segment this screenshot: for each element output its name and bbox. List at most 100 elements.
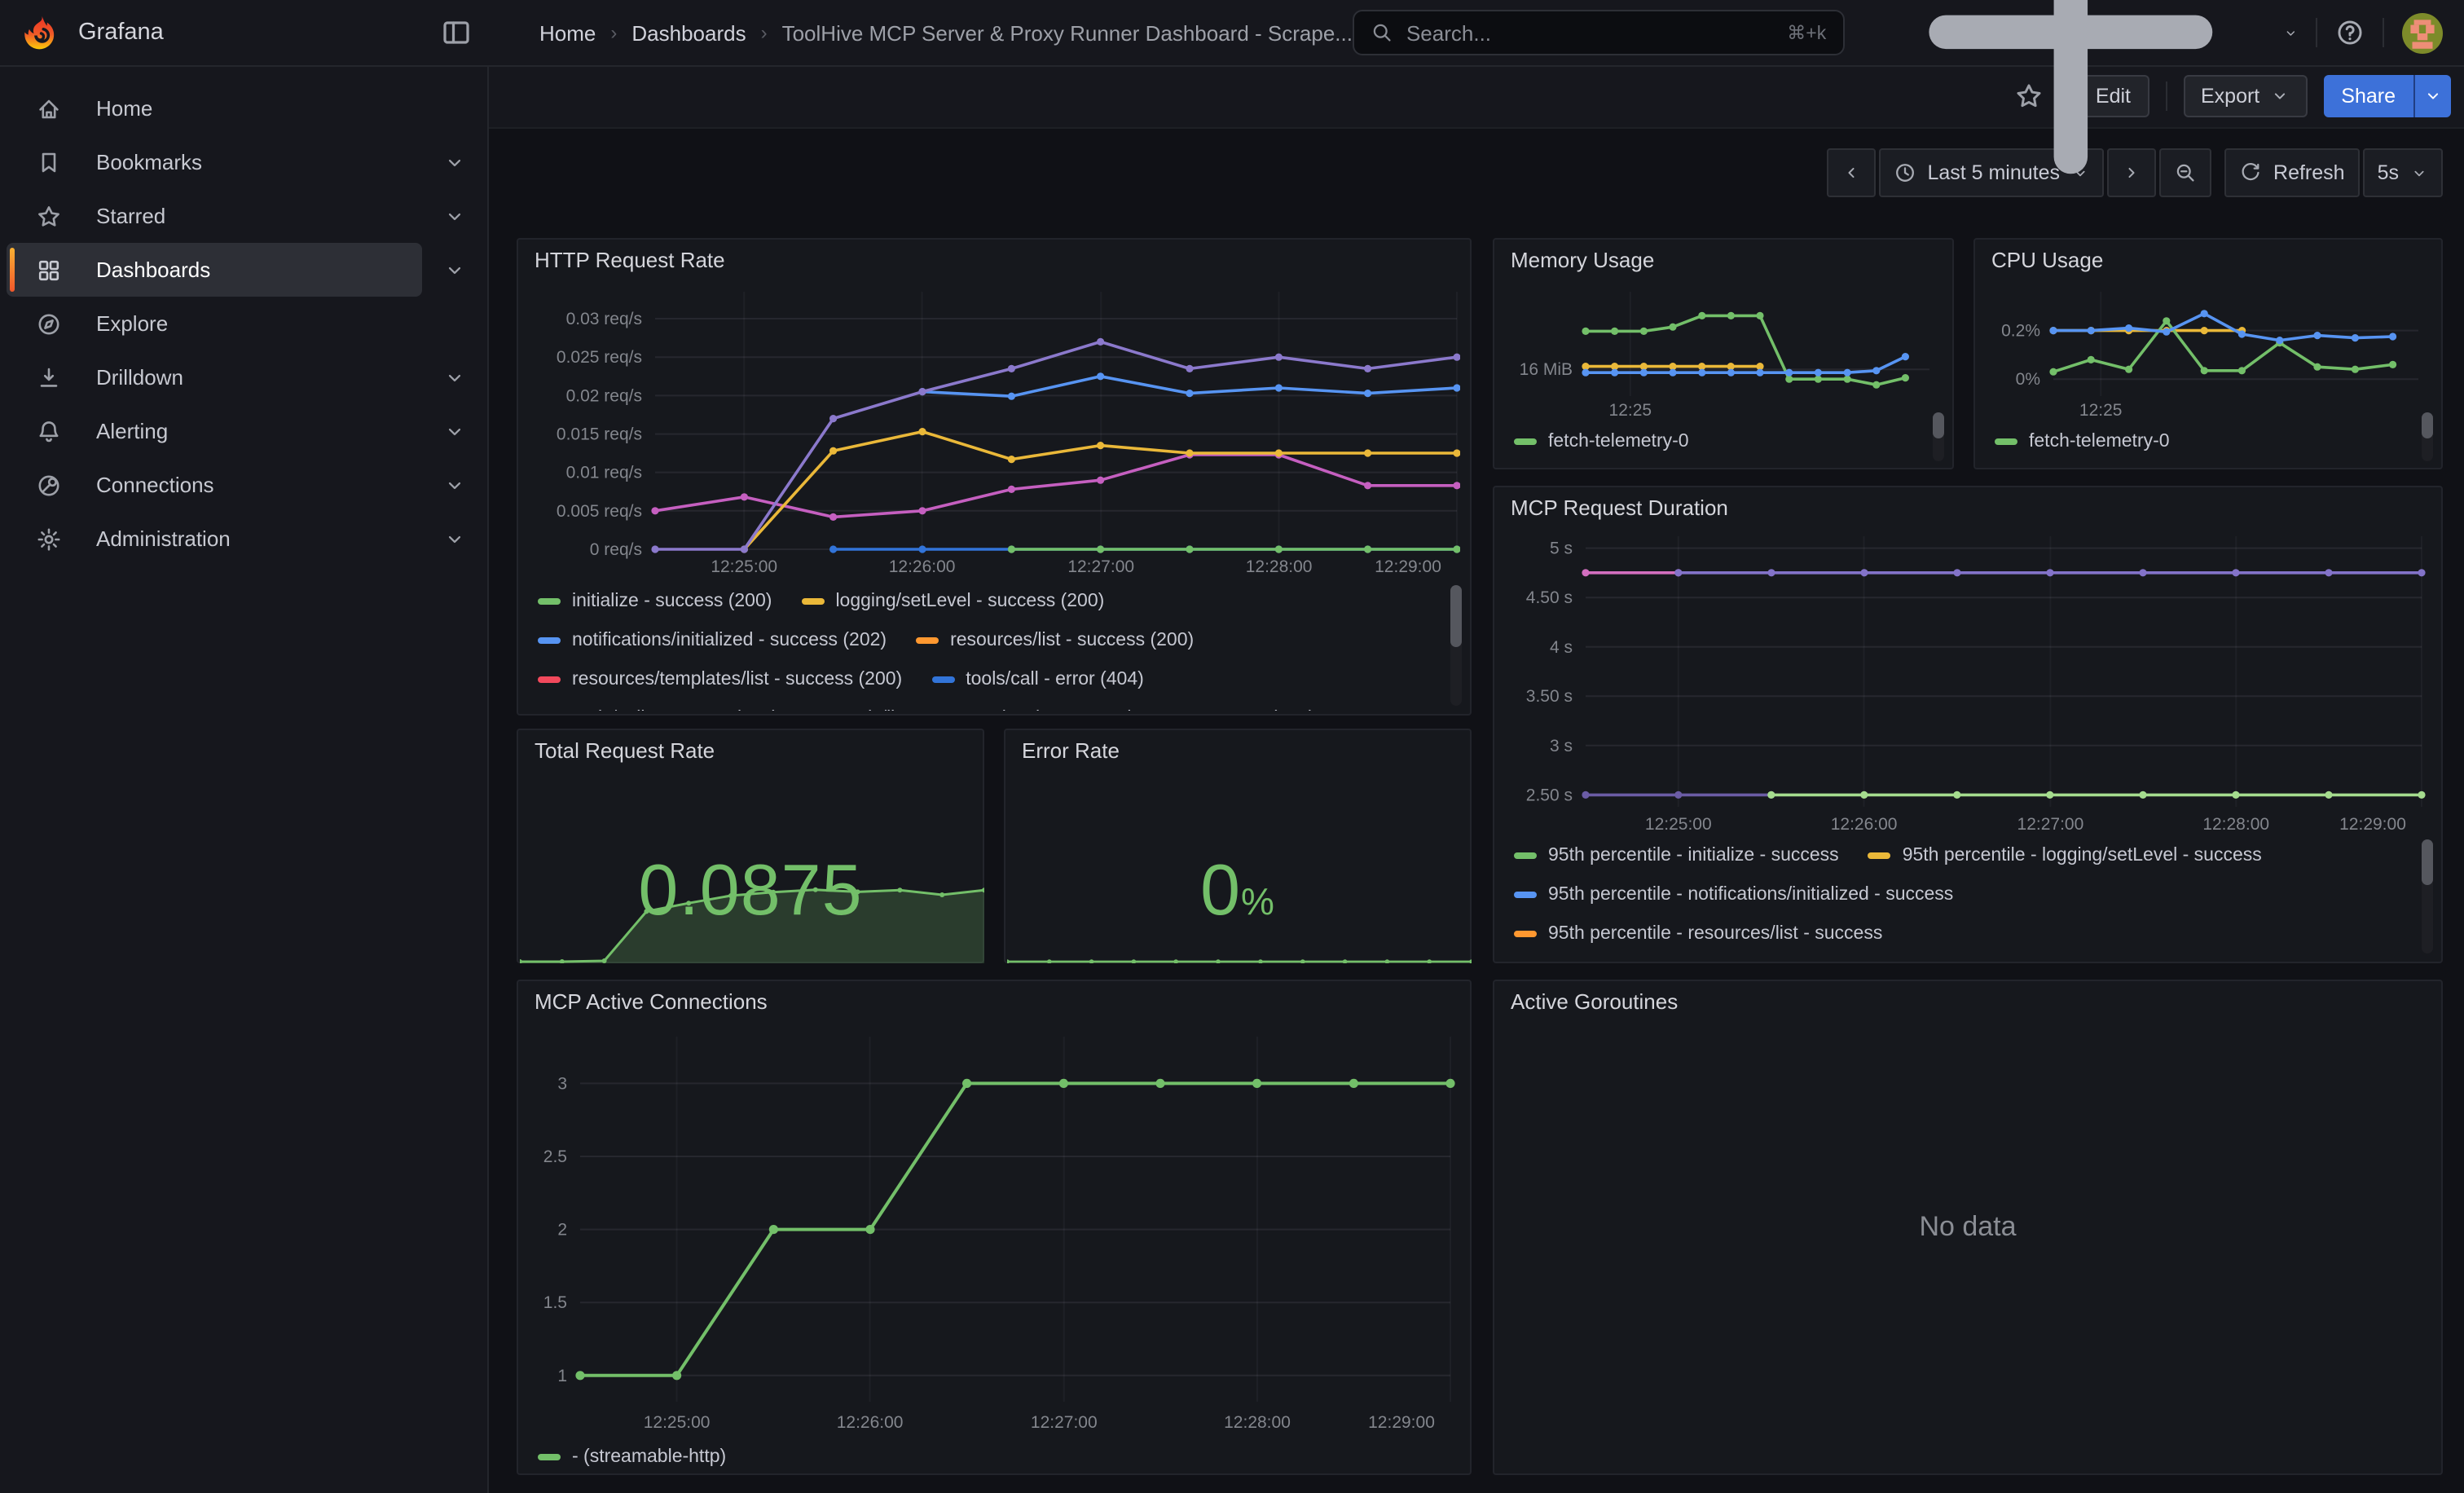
sidebar-item-explore[interactable]: Explore [7,297,422,350]
legend-swatch [538,1454,561,1460]
sidebar-item-connections[interactable]: Connections [7,458,422,512]
grid-icon [36,257,62,283]
panel-title[interactable]: Memory Usage [1511,248,1654,272]
nav-brand-area: Grafana [0,12,489,53]
panel-title[interactable]: Active Goroutines [1511,989,1678,1014]
legend-label: tools/call - error (404) [966,670,1144,689]
legend-swatch [1514,892,1537,898]
sidebar-item-bookmarks[interactable]: Bookmarks [7,135,422,189]
breadcrumb-link[interactable]: Dashboards [631,20,746,45]
chevron-down-icon [2283,24,2299,42]
panel-mcp-request-duration: MCP Request Duration 5 s4.50 s4 s3.50 s3… [1493,486,2443,963]
legend-item[interactable]: fetch-telemetry-0 [1514,432,1689,451]
sidebar-item-label: Connections [96,473,214,497]
sidebar-item-alerting[interactable]: Alerting [7,404,422,458]
bookmark-icon [36,149,62,175]
legend-item[interactable]: initialize - success (200) [538,592,772,611]
sidebar-item-administration[interactable]: Administration [7,512,422,566]
legend-label: fetch-telemetry-0 [2029,432,2170,451]
legend-scrollbar-thumb[interactable] [2422,839,2433,885]
svg-text:12:28:00: 12:28:00 [2202,815,2269,834]
legend-item[interactable]: fetch-telemetry-0 [1995,432,2170,451]
mcp-active-connections-chart[interactable]: 32.521.5112:25:0012:26:0012:27:0012:28:0… [531,1024,1460,1434]
svg-text:2: 2 [557,1221,567,1240]
sidebar-menu: Home Bookmarks Starred Dashboards ExploreDri… [0,81,487,566]
legend-item[interactable]: 95th percentile - logging/setLevel - suc… [1868,846,2262,865]
sidebar-item-label: Dashboards [96,258,210,282]
legend-item[interactable]: tools/list - success (200) [807,709,1043,711]
cpu-usage-chart[interactable]: 0.2%0%12:25 [1988,282,2431,422]
legend-swatch [916,637,939,644]
chevron-down-icon [443,258,466,281]
legend-label: - (streamable-http) [572,1447,726,1467]
panel-title[interactable]: Error Rate [1022,738,1120,763]
sidebar-item-home[interactable]: Home [7,81,422,135]
sidebar-item-label: Starred [96,204,165,228]
legend-item[interactable]: tools/call - error (404) [931,670,1144,689]
svg-text:4.50 s: 4.50 s [1526,588,1573,607]
legend-label: logging/setLevel - success (200) [835,592,1104,611]
svg-text:12:27:00: 12:27:00 [1031,1413,1098,1432]
sidebar-item-label: Home [96,96,152,121]
add-new-button[interactable] [1862,0,2298,240]
http-request-rate-chart[interactable]: 0.03 req/s0.025 req/s0.02 req/s0.015 req… [531,282,1460,579]
sidebar: Home Bookmarks Starred Dashboards ExploreDri… [0,65,489,1493]
legend-scrollbar-thumb[interactable] [1933,412,1944,438]
legend-item[interactable]: notifications/initialized - success (202… [538,631,887,650]
search-shortcut: ⌘+k [1787,21,1826,44]
panel-total-request-rate: Total Request Rate 0.0875 [517,729,984,963]
grafana-logo-icon [21,12,62,53]
search-input[interactable]: Search... ⌘+k [1353,10,1844,55]
svg-text:12:28:00: 12:28:00 [1246,557,1313,576]
sidebar-item-dashboards[interactable]: Dashboards [7,243,422,297]
drilldown-icon [36,364,62,390]
panel-title[interactable]: MCP Request Duration [1511,495,1728,520]
divider [2383,18,2384,47]
breadcrumb-link: ToolHive MCP Server & Proxy Runner Dashb… [782,20,1353,45]
duration-legend: 95th percentile - initialize - success 95… [1494,836,2418,960]
legend-item[interactable]: - (streamable-http) [538,1447,726,1467]
legend-scrollbar-thumb[interactable] [2422,412,2433,438]
legend-swatch [1995,438,2017,445]
panel-title[interactable]: Total Request Rate [535,738,715,763]
svg-text:1.5: 1.5 [543,1293,567,1312]
legend-item[interactable]: 95th percentile - resources/list - succe… [1514,924,1882,944]
legend-label: resources/templates/list - success (200) [572,670,902,689]
legend-item[interactable]: resources/list - success (200) [916,631,1194,650]
active-indicator [10,302,15,346]
legend-item[interactable]: 95th percentile - notifications/initiali… [1514,885,1953,905]
user-avatar[interactable] [2402,12,2443,53]
mcp-request-duration-chart[interactable]: 5 s4.50 s4 s3.50 s3 s2.50 s12:25:0012:26… [1507,530,2431,836]
svg-text:16 MiB: 16 MiB [1520,360,1573,379]
sidebar-toggle-icon[interactable] [440,16,473,49]
help-button[interactable] [2335,18,2365,47]
svg-text:0%: 0% [2016,370,2040,389]
legend-scrollbar-thumb[interactable] [1450,585,1462,647]
svg-text:0.01 req/s: 0.01 req/s [566,464,642,482]
panel-title[interactable]: MCP Active Connections [535,989,768,1014]
svg-text:0.03 req/s: 0.03 req/s [566,310,642,328]
svg-text:12:29:00: 12:29:00 [1368,1413,1435,1432]
breadcrumb-link[interactable]: Home [539,20,596,45]
breadcrumb-separator: › [761,21,768,44]
panel-title[interactable]: CPU Usage [1991,248,2103,272]
legend-label: 95th percentile - initialize - success [1548,846,1839,865]
legend-item[interactable]: unknown - success (200) [1072,709,1315,711]
memory-usage-chart[interactable]: 16 MiB12:25 [1507,282,1943,422]
legend-item[interactable]: tools/call - success (200) [538,709,778,711]
panel-memory-usage: Memory Usage 16 MiB12:25 fetch-telemetry… [1493,238,1954,469]
svg-text:12:29:00: 12:29:00 [1375,557,1441,576]
sidebar-item-drilldown[interactable]: Drilldown [7,350,422,404]
sidebar-item-label: Bookmarks [96,150,202,174]
bell-icon [36,418,62,444]
active-indicator [10,463,15,507]
legend-item[interactable]: 95th percentile - initialize - success [1514,846,1839,865]
svg-text:12:29:00: 12:29:00 [2339,815,2406,834]
legend-item[interactable]: resources/templates/list - success (200) [538,670,902,689]
panel-title[interactable]: HTTP Request Rate [535,248,725,272]
search-icon [1371,21,1393,44]
panel-mcp-active-connections: MCP Active Connections 32.521.5112:25:00… [517,980,1472,1475]
legend-item[interactable]: logging/setLevel - success (200) [801,592,1104,611]
sidebar-item-starred[interactable]: Starred [7,189,422,243]
svg-text:4 s: 4 s [1550,638,1573,657]
